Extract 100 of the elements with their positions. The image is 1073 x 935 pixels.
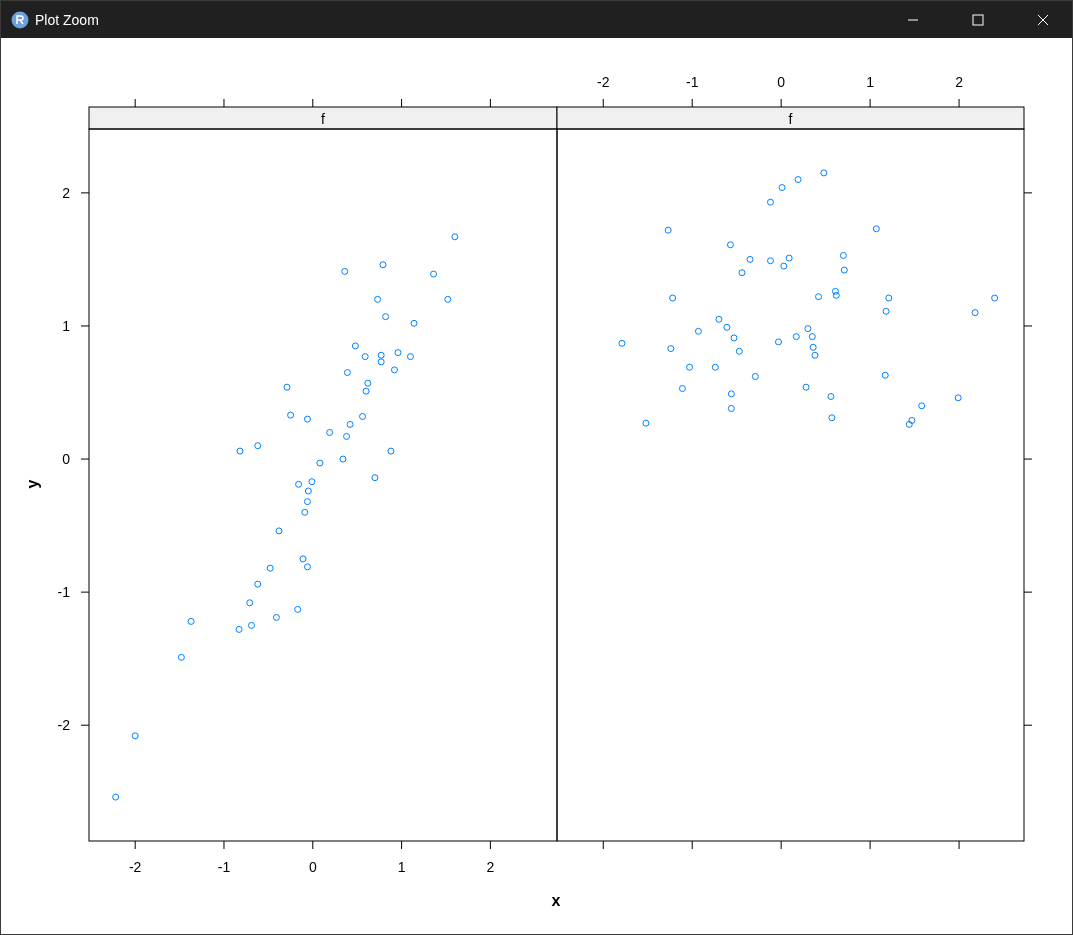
axis-label: y — [24, 479, 41, 489]
data-point — [451, 233, 459, 241]
data-point — [751, 373, 759, 381]
data-point — [272, 613, 280, 621]
data-point — [326, 428, 334, 436]
data-point — [802, 383, 810, 391]
data-point — [730, 334, 738, 342]
tick-label: 2 — [62, 184, 70, 201]
data-point — [678, 385, 686, 392]
data-point — [283, 383, 291, 391]
data-point — [177, 653, 185, 661]
tick-label: -2 — [128, 859, 142, 875]
tick-label: 0 — [62, 451, 70, 468]
strip-label: f — [321, 111, 325, 127]
data-point — [343, 369, 351, 377]
tick-label: 2 — [955, 74, 963, 90]
data-point — [618, 339, 626, 347]
data-point — [359, 412, 366, 420]
data-point — [669, 294, 677, 302]
data-point — [394, 349, 402, 357]
data-point — [371, 474, 379, 482]
tick-label: -1 — [686, 74, 699, 90]
data-point — [767, 198, 774, 206]
data-point — [792, 333, 800, 341]
data-point — [351, 342, 359, 350]
data-point — [872, 225, 880, 233]
data-point — [738, 269, 746, 277]
data-point — [246, 599, 254, 607]
data-point — [346, 420, 354, 428]
data-point — [727, 390, 735, 398]
data-point — [746, 255, 754, 263]
data-point — [316, 459, 324, 467]
data-point — [767, 257, 774, 265]
data-point — [827, 393, 835, 400]
data-point — [254, 580, 262, 588]
tick-label: 2 — [486, 859, 495, 875]
data-point — [379, 261, 387, 269]
data-point — [303, 498, 311, 506]
data-point — [248, 621, 255, 629]
tick-label: 0 — [777, 74, 786, 90]
data-point — [664, 226, 672, 234]
data-point — [711, 363, 719, 371]
data-point — [991, 294, 999, 302]
data-point — [971, 309, 979, 317]
data-point — [131, 732, 139, 740]
data-point — [236, 447, 244, 455]
data-point — [840, 266, 848, 274]
data-point — [430, 270, 438, 278]
data-point — [287, 411, 295, 419]
data-point — [361, 353, 369, 361]
data-point — [266, 564, 274, 572]
tick-label: 1 — [62, 317, 70, 334]
data-point — [301, 508, 309, 516]
data-point — [726, 241, 734, 249]
tick-label: -2 — [597, 74, 610, 90]
data-point — [406, 353, 414, 361]
data-point — [881, 371, 889, 379]
data-point — [775, 338, 782, 346]
r-logo-icon — [11, 10, 29, 29]
data-point — [112, 793, 120, 801]
strip-label: f — [788, 111, 793, 127]
data-point — [667, 345, 675, 353]
data-point — [387, 447, 395, 455]
data-point — [727, 405, 735, 412]
data-point — [815, 293, 822, 301]
tick-label: -2 — [57, 717, 70, 734]
data-point — [294, 605, 302, 613]
data-point — [303, 415, 311, 423]
tick-label: -1 — [57, 584, 70, 601]
data-point — [820, 169, 828, 177]
data-point — [642, 419, 650, 427]
data-point — [275, 527, 283, 535]
tick-label: 1 — [866, 74, 874, 90]
tick-label: 0 — [308, 859, 317, 875]
tick-label: 1 — [397, 859, 406, 875]
maximize-icon — [971, 13, 984, 26]
data-point — [391, 366, 398, 374]
data-point — [339, 455, 347, 463]
axis-label: x — [551, 892, 561, 909]
data-point — [828, 414, 836, 422]
data-point — [686, 363, 694, 371]
data-point — [235, 625, 243, 633]
data-point — [794, 176, 802, 184]
data-point — [918, 402, 926, 410]
data-point — [254, 442, 262, 450]
data-point — [735, 347, 743, 355]
data-point — [382, 313, 390, 321]
window-title: Plot Zoom — [35, 11, 100, 28]
data-point — [885, 294, 893, 302]
data-point — [839, 251, 847, 259]
data-point — [410, 319, 418, 327]
data-point — [444, 295, 452, 303]
data-point — [778, 184, 786, 192]
data-point — [341, 267, 349, 275]
data-point — [694, 327, 702, 335]
tick-label: -1 — [217, 859, 231, 875]
data-point — [954, 394, 962, 402]
data-point — [374, 295, 382, 303]
close-icon — [1036, 13, 1049, 26]
data-point — [187, 617, 195, 625]
